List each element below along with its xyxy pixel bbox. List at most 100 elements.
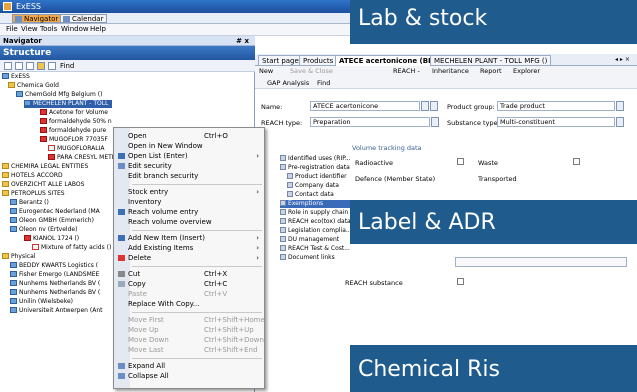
menu-open-list[interactable]: Open List (Enter) › (114, 151, 264, 161)
waste-checkbox[interactable] (573, 158, 580, 165)
list-item[interactable]: Company data (287, 182, 339, 190)
list-item-selected[interactable]: Exemptions (280, 200, 350, 208)
menu-collapse-all[interactable]: Collapse All (114, 371, 264, 381)
menu-move-down[interactable]: Move Down Ctrl+Shift+Down (114, 335, 264, 345)
tab-navigator[interactable]: Navigator (12, 14, 63, 23)
list-item[interactable]: REACH Test & Cost... (280, 245, 350, 253)
menu-move-last[interactable]: Move Last Ctrl+Shift+End (114, 345, 264, 355)
name-field[interactable]: ATECE acertonicone (310, 101, 420, 111)
expand-icon[interactable] (15, 62, 23, 70)
tree-item[interactable]: Acetone for Volume (40, 109, 108, 117)
product-group-dropdown[interactable] (616, 101, 624, 111)
tree-item[interactable]: ChemGold Mfg Belgium () (16, 91, 102, 99)
new-button[interactable]: New (259, 66, 273, 77)
inheritance-button[interactable]: Inheritance (432, 66, 469, 77)
menu-open[interactable]: Open Ctrl+O (114, 131, 264, 141)
tree-item[interactable]: Oleon nv (Ertvelde) (10, 226, 77, 234)
tree-item[interactable]: Unilin (Wielsbeke) (10, 298, 73, 306)
product-group-select[interactable]: Trade product (497, 101, 615, 111)
list-item[interactable]: Pre-registration data (280, 164, 350, 172)
tab-controls[interactable]: ◂ ▸ × (615, 56, 630, 63)
list-item[interactable]: Role in supply chain (280, 209, 348, 217)
tree-item-selected[interactable]: MECHELEN PLANT - TOLL (24, 100, 113, 108)
tree-item[interactable]: MUGOFLOR 77035F (40, 136, 108, 144)
menu-move-first[interactable]: Move First Ctrl+Shift+Home (114, 315, 265, 325)
tab-mechelen[interactable]: MECHELEN PLANT - TOLL MFG () (430, 55, 552, 66)
tree-item[interactable]: ExESS (2, 73, 30, 81)
menu-replace-with-copy[interactable]: Replace With Copy... (114, 299, 264, 309)
menu-add-new-item[interactable]: Add New Item (Insert) › (114, 233, 264, 243)
menu-window[interactable]: Window (61, 25, 89, 33)
name-edit-button[interactable] (430, 101, 438, 111)
tree-item[interactable]: MUGOFLORALIA (48, 145, 105, 153)
list-item[interactable]: Contact data (287, 191, 334, 199)
substance-type-dropdown[interactable] (616, 117, 624, 127)
filter-icon[interactable] (37, 62, 45, 70)
tree-item[interactable]: Oleon GMBH (Emmerich) (10, 217, 94, 225)
menu-stock-entry[interactable]: Stock entry › (114, 187, 264, 197)
tree-item[interactable]: CHEMIRA LEGAL ENTITIES (2, 163, 88, 171)
name-lookup-button[interactable] (421, 101, 429, 111)
menu-copy[interactable]: Copy Ctrl+C (114, 279, 264, 289)
find-label[interactable]: Find (60, 62, 74, 70)
tree-item[interactable]: Berantz () (10, 199, 49, 207)
menu-reach-volume-entry[interactable]: Reach volume entry (114, 207, 264, 217)
tree-item[interactable]: Nunhems Netherlands BV ( (10, 289, 100, 297)
menu-inventory[interactable]: Inventory (114, 197, 264, 207)
tree-item[interactable]: BEDDY KWARTS Logistics ( (10, 262, 98, 270)
menu-move-up[interactable]: Move Up Ctrl+Shift+Up (114, 325, 264, 335)
tab-products[interactable]: Products (299, 55, 338, 66)
menu-view[interactable]: View (21, 25, 38, 33)
reach-type-select[interactable]: Preparation (310, 117, 430, 127)
menu-reach-volume-overview[interactable]: Reach volume overview (114, 217, 264, 227)
tab-atece[interactable]: ATECE acertonicone (BIG) (335, 55, 444, 66)
save-close-button[interactable]: Save & Close (290, 66, 333, 77)
radioactive-checkbox[interactable] (457, 158, 464, 165)
tab-start-page[interactable]: Start page (258, 55, 303, 66)
refresh-icon[interactable] (4, 62, 12, 70)
tree-item[interactable]: OVERZICHT ALLE LABOS (2, 181, 84, 189)
list-item[interactable]: REACH eco(tox) data (280, 218, 351, 226)
tree-item[interactable]: Eurogentec Nederland (MA (10, 208, 100, 216)
explorer-button[interactable]: Explorer (513, 66, 540, 77)
menu-add-existing[interactable]: Add Existing Items › (114, 243, 264, 253)
tree-item[interactable]: Physical (2, 253, 35, 261)
reach-substance-checkbox[interactable] (457, 278, 464, 285)
tree-item[interactable]: Universiteit Antwerpen (Ant (10, 307, 102, 315)
menu-edit-security[interactable]: Edit security (114, 161, 264, 171)
tree-item[interactable]: PETROPLUS SITES (2, 190, 65, 198)
tree-item[interactable]: Fisher Emergo (LANDSMEE (10, 271, 99, 279)
list-item[interactable]: Document links (280, 254, 335, 262)
menu-help[interactable]: Help (90, 25, 106, 33)
empty-field[interactable] (455, 257, 627, 267)
report-button[interactable]: Report (480, 66, 502, 77)
menu-open-new-window[interactable]: Open in New Window (114, 141, 264, 151)
tree-item[interactable]: formaldehyde 50% n (40, 118, 112, 126)
menu-delete[interactable]: Delete › (114, 253, 264, 263)
tree-item[interactable]: Mixture of fatty acids () (32, 244, 111, 252)
reach-type-dropdown[interactable] (431, 117, 439, 127)
list-item[interactable]: DU management (280, 236, 339, 244)
tree-item[interactable]: KIANOL 1724 () (24, 235, 79, 243)
menu-expand-all[interactable]: Expand All (114, 361, 264, 371)
menu-cut[interactable]: Cut Ctrl+X (114, 269, 264, 279)
tree-item[interactable]: PARA CRESYL METH (48, 154, 116, 162)
tree-item[interactable]: formaldehyde pure (40, 127, 106, 135)
list-item[interactable]: Identified uses (RIP... (280, 155, 351, 163)
collapse-icon[interactable] (26, 62, 34, 70)
find-icon[interactable] (48, 62, 56, 70)
find-button[interactable]: Find (317, 78, 330, 89)
tree-item[interactable]: Nunhems Netherlands BV ( (10, 280, 100, 288)
menu-file[interactable]: File (6, 25, 18, 33)
list-item[interactable]: Legislation complia... (280, 227, 352, 235)
reach-button[interactable]: REACH - (393, 66, 420, 77)
pin-close-controls[interactable]: # x (236, 36, 249, 46)
tree-item[interactable]: Chemica Gold (8, 82, 59, 90)
menu-edit-branch-security[interactable]: Edit branch security (114, 171, 264, 181)
menu-paste[interactable]: Paste Ctrl+V (114, 289, 264, 299)
list-item[interactable]: Product identifier (287, 173, 347, 181)
gap-analysis-button[interactable]: GAP Analysis (267, 78, 309, 89)
substance-type-select[interactable]: Multi-constituent (497, 117, 615, 127)
menu-tools[interactable]: Tools (40, 25, 57, 33)
tree-item[interactable]: HOTELS ACCORD (2, 172, 63, 180)
